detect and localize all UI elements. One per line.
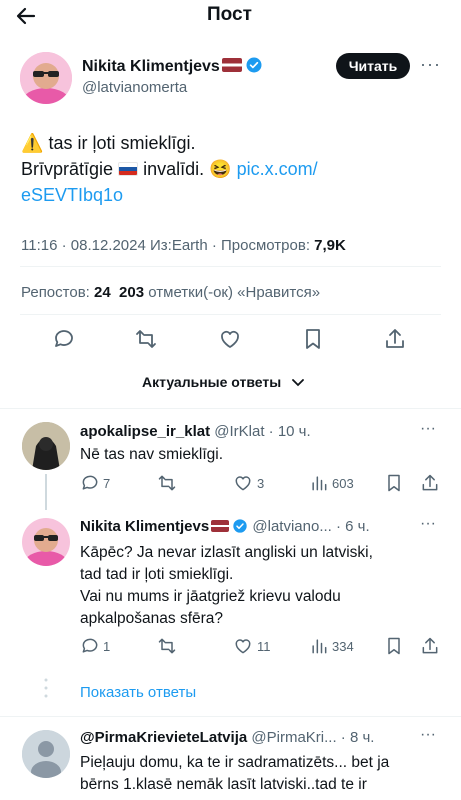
reply2-repost-button[interactable] — [157, 636, 177, 656]
reply1-reply-button[interactable]: 7 — [80, 473, 110, 493]
verified-badge-icon — [233, 519, 247, 533]
like-icon — [235, 476, 251, 491]
back-arrow-icon[interactable] — [14, 4, 38, 28]
reply3-avatar[interactable] — [22, 730, 70, 778]
show-more-dots-icon — [44, 678, 48, 706]
russia-flag-icon — [118, 162, 139, 176]
reply1-avatar[interactable] — [22, 422, 70, 470]
chevron-down-icon — [292, 379, 305, 387]
post-link[interactable]: pic.x.com/ — [237, 159, 318, 179]
reply1-views[interactable]: 603 — [309, 473, 354, 493]
reply1-bookmark-icon[interactable] — [384, 473, 404, 493]
repost-icon — [158, 475, 176, 491]
like-icon — [235, 639, 251, 654]
like-icon[interactable] — [218, 327, 242, 351]
warning-icon: ⚠️ — [21, 133, 44, 153]
laughing-emoji-icon: 😆 — [209, 159, 232, 179]
reply2-bookmark-icon[interactable] — [384, 636, 404, 656]
reply2-header: Nikita Klimentjevs @latviano... · 6 ч. — [80, 518, 370, 535]
reply3-text: Pieļauju domu, ka te ir sadramatizēts...… — [80, 754, 390, 793]
reply2-reply-button[interactable]: 1 — [80, 636, 110, 656]
post-meta: 11:16 · 08.12.2024 Из:Earth · Просмотров… — [21, 237, 346, 254]
reply2-avatar[interactable] — [22, 518, 70, 566]
reply1-author[interactable]: apokalipse_ir_klat — [80, 423, 210, 440]
page-title: Пост — [207, 4, 252, 25]
verified-badge-icon — [246, 57, 262, 73]
share-icon[interactable] — [383, 327, 407, 351]
latvia-flag-icon — [221, 58, 242, 72]
reply2-share-icon[interactable] — [420, 636, 440, 656]
reply1-share-icon[interactable] — [420, 473, 440, 493]
author-name[interactable]: Nikita Klimentjevs — [82, 58, 220, 75]
author-name-row[interactable]: Nikita Klimentjevs — [82, 56, 263, 76]
sort-dropdown[interactable]: Актуальные ответы — [142, 374, 305, 390]
reposts-count[interactable]: 24 — [94, 284, 111, 301]
reply1-like-button[interactable]: 3 — [233, 473, 264, 493]
show-replies-link[interactable]: Показать ответы — [80, 684, 196, 701]
author-avatar[interactable] — [20, 52, 72, 104]
likes-count[interactable]: 203 — [119, 284, 144, 301]
repost-icon — [158, 638, 176, 654]
reply1-text: Nē tas nav smieklīgi. — [80, 446, 223, 463]
reply1-header: apokalipse_ir_klat @IrKlat · 10 ч. — [80, 423, 311, 440]
reply3-header: @PirmaKrievieteLatvija @PirmaKri... · 8 … — [80, 729, 375, 746]
reply2-like-button[interactable]: 11 — [233, 636, 271, 656]
reply3-author[interactable]: @PirmaKrievieteLatvija — [80, 729, 247, 746]
reply1-repost-button[interactable] — [157, 473, 177, 493]
reply2-more-icon[interactable]: ··· — [420, 515, 436, 533]
reply1-more-icon[interactable]: ··· — [420, 420, 436, 438]
bookmark-icon[interactable] — [301, 327, 325, 351]
latvia-flag-icon — [211, 520, 230, 532]
reply2-views[interactable]: 334 — [309, 636, 354, 656]
post-link-cont[interactable]: eSEVTIbq1o — [21, 185, 123, 205]
follow-button[interactable]: Читать — [336, 53, 410, 79]
views-chart-icon — [312, 639, 327, 654]
reply2-author[interactable]: Nikita Klimentjevs — [80, 518, 209, 535]
author-handle[interactable]: @latvianomerta — [82, 79, 187, 96]
thread-line — [45, 474, 47, 510]
views-chart-icon — [312, 476, 327, 491]
more-options-icon[interactable]: ··· — [420, 54, 441, 75]
post-stats: Репостов: 24 203 отметки(-ок) «Нравится» — [21, 284, 321, 301]
reply-icon — [82, 638, 98, 653]
reply3-more-icon[interactable]: ··· — [420, 726, 436, 744]
reply2-text: Kāpēc? Ja nevar izlasīt angliski un latv… — [80, 544, 373, 627]
reply-icon — [82, 475, 98, 490]
post-text: ⚠️ tas ir ļoti smieklīgi. Brīvprātīgie i… — [21, 133, 318, 205]
reply-icon[interactable] — [52, 327, 76, 351]
repost-icon[interactable] — [134, 327, 158, 351]
